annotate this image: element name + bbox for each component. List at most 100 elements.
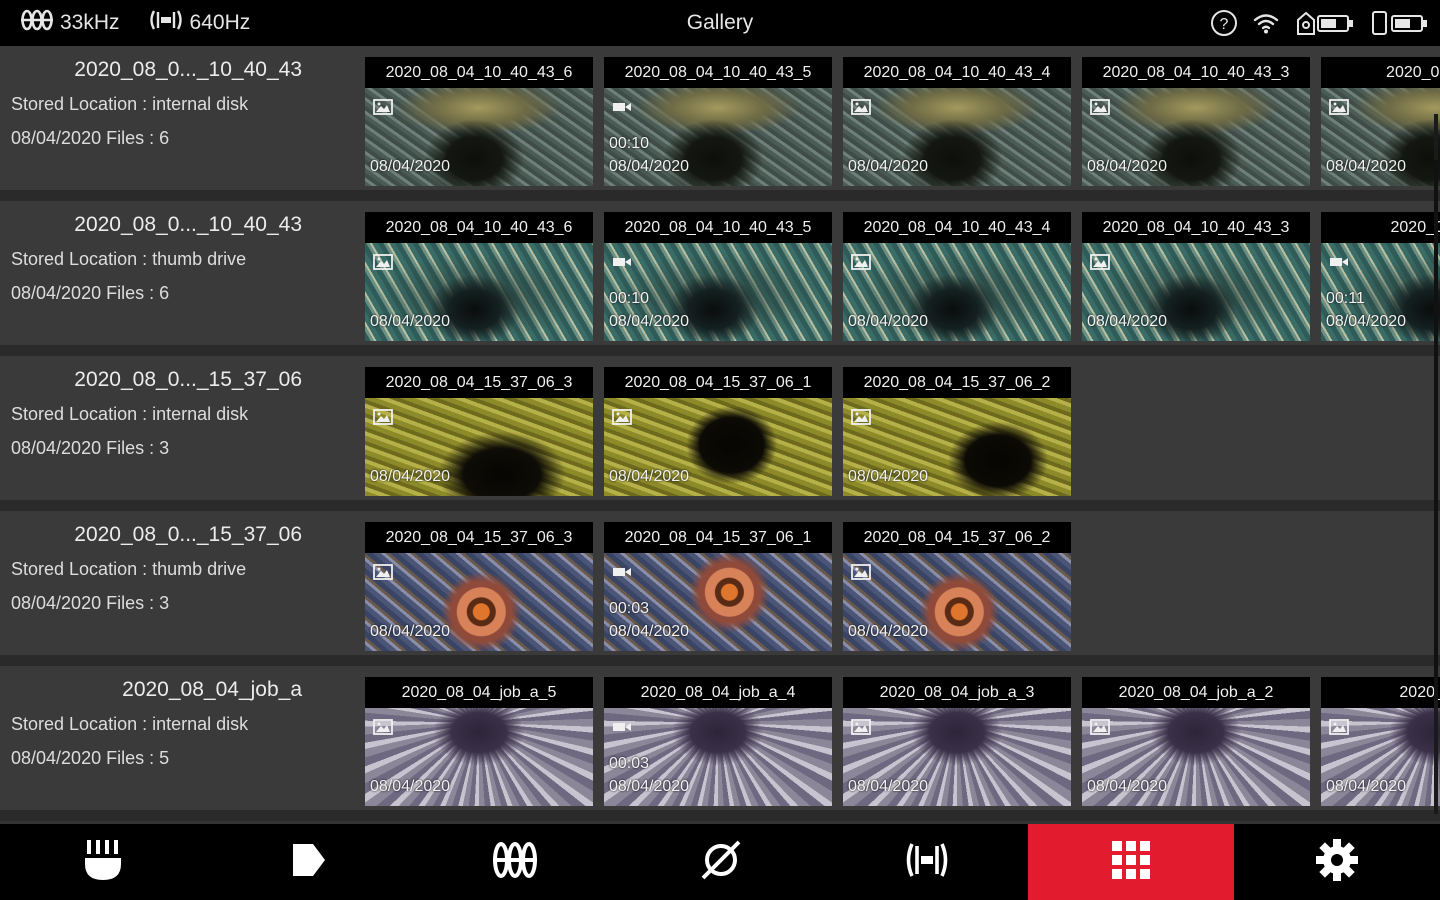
gallery-thumbnail[interactable]: 2020_08_04_15_37_06_2 08/04/2020 [843,367,1071,496]
thumbnail-image[interactable]: 08/04/2020 [843,708,1071,806]
photo-icon [851,99,871,115]
status-right: ? [1210,0,1430,46]
thumbnail-image[interactable]: 08/04/2020 [365,553,593,651]
thumbnail-strip[interactable]: 2020_08_04_10_40_43_6 08/04/2020 2020_08_0… [365,57,1440,187]
group-name: 2020_08_0..._15_37_06 [74,368,302,391]
thumbnail-image[interactable]: 08/04/2020 [365,88,593,186]
thumbnail-image[interactable]: 08/04/2020 [843,243,1071,341]
gallery-thumbnail[interactable]: 2020_08_04_15_37_06_3 08/04/2020 [365,367,593,496]
group-info[interactable]: 2020_08_0..._10_40_43 Stored Location : i… [0,46,360,190]
thumbnail-strip[interactable]: 2020_08_04_job_a_5 08/04/2020 2020_08_04_j… [365,677,1440,807]
gallery-thumbnail[interactable]: 2020_08_04_10_40_43_3 08/04/2020 [1082,57,1310,186]
thumbnail-image[interactable]: 08/04/2020 [604,398,832,496]
group-divider [0,810,1440,821]
gallery-group-row[interactable]: 2020_08_0..._15_37_06 Stored Location : t… [0,511,1440,655]
thumbnail-title: 2020_08_04_10_40_43_6 [365,212,593,243]
thumbnail-date: 08/04/2020 [1326,313,1407,330]
nav-tag-button[interactable] [206,824,412,900]
gallery-thumbnail[interactable]: 2020_08_04_15_37_06_1 00:03 08/04/2020 [604,522,832,651]
thumbnail-image[interactable]: 08/04/2020 [1082,243,1310,341]
tag-icon [289,840,329,885]
photo-icon [1090,719,1110,735]
nav-transmitter-button[interactable] [824,824,1030,900]
photo-icon [612,409,632,425]
gallery-thumbnail[interactable]: 2020_08_04_ 08/04/2020 [1321,57,1440,186]
photo-icon [851,254,871,270]
gallery-group-row[interactable]: 2020_08_0..._10_40_43 Stored Location : i… [0,46,1440,190]
thumbnail-image[interactable]: 00:03 08/04/2020 [604,553,832,651]
thumbnail-image[interactable]: 08/04/2020 [365,708,593,806]
nav-gallery-button[interactable] [1028,824,1234,900]
gallery-thumbnail[interactable]: 2020_08_04_10_40_43_5 00:10 08/04/2020 [604,212,832,341]
group-date-files: 08/04/2020 Files : 6 [11,128,170,148]
grid-icon [1111,840,1151,885]
thumbnail-image[interactable]: 08/04/2020 [843,88,1071,186]
thumbnail-date: 08/04/2020 [370,623,451,640]
frequency-1-label: 33kHz [60,11,120,34]
gallery-thumbnail[interactable]: 2020_08_04_job_a_5 08/04/2020 [365,677,593,806]
gallery-thumbnail[interactable]: 2020_08_04_15_37_06_3 08/04/2020 [365,522,593,651]
transmitter-icon [904,840,950,885]
thumbnail-image[interactable]: 00:11 08/04/2020 [1321,243,1440,341]
group-info[interactable]: 2020_08_04_job_a Stored Location : intern… [0,666,360,810]
thumbnail-image[interactable]: 00:03 08/04/2020 [604,708,832,806]
sonde-coil-icon [20,8,54,38]
video-duration: 00:10 [609,290,650,307]
group-location: Stored Location : internal disk [11,404,249,424]
video-icon [612,719,632,735]
thumbnail-image[interactable]: 08/04/2020 [1321,708,1440,806]
thumbnail-image[interactable]: 00:10 08/04/2020 [604,243,832,341]
gallery-group-row[interactable]: 2020_08_0..._15_37_06 Stored Location : i… [0,356,1440,500]
thumbnail-image[interactable]: 08/04/2020 [365,398,593,496]
gallery-thumbnail[interactable]: 2020_08_04_15_37_06_2 08/04/2020 [843,522,1071,651]
nav-camera-button[interactable] [0,824,206,900]
thumbnail-image[interactable]: 08/04/2020 [1321,88,1440,186]
group-info[interactable]: 2020_08_0..._10_40_43 Stored Location : t… [0,201,360,345]
thumbnail-date: 08/04/2020 [1087,313,1168,330]
thumbnail-image[interactable]: 00:10 08/04/2020 [604,88,832,186]
group-info[interactable]: 2020_08_0..._15_37_06 Stored Location : t… [0,511,360,655]
thumbnail-image[interactable]: 08/04/2020 [1082,708,1310,806]
camera-head-light-icon [83,838,123,887]
thumbnail-image[interactable]: 08/04/2020 [365,243,593,341]
thumbnail-strip[interactable]: 2020_08_04_15_37_06_3 08/04/2020 2020_08_0… [365,522,1440,652]
photo-icon [373,409,393,425]
gallery-thumbnail[interactable]: 2020_08_04_10_40_43_5 00:10 08/04/2020 [604,57,832,186]
scrollbar-thumb[interactable] [1434,160,1438,700]
gallery-thumbnail[interactable]: 2020_08_04_10_40_43_3 08/04/2020 [1082,212,1310,341]
gallery-thumbnail[interactable]: 2020_08_04 00:11 08/04/2020 [1321,212,1440,341]
gallery-thumbnail[interactable]: 2020_08_04_job_a_2 08/04/2020 [1082,677,1310,806]
gallery-thumbnail[interactable]: 2020_08_ 08/04/2020 [1321,677,1440,806]
thumbnail-strip[interactable]: 2020_08_04_15_37_06_3 08/04/2020 2020_08_0… [365,367,1440,497]
group-info[interactable]: 2020_08_0..._15_37_06 Stored Location : i… [0,356,360,500]
gallery-thumbnail[interactable]: 2020_08_04_10_40_43_4 08/04/2020 [843,212,1071,341]
thumbnail-strip[interactable]: 2020_08_04_10_40_43_6 08/04/2020 2020_08_0… [365,212,1440,342]
thumbnail-image[interactable]: 08/04/2020 [843,398,1071,496]
group-date-files: 08/04/2020 Files : 6 [11,283,170,303]
gallery-thumbnail[interactable]: 2020_08_04_10_40_43_4 08/04/2020 [843,57,1071,186]
thumbnail-title: 2020_08_04_10_40_43_6 [365,57,593,88]
gallery-group-row[interactable]: 2020_08_04_job_a Stored Location : intern… [0,666,1440,810]
gallery-group-row[interactable]: 2020_08_0..._10_40_43 Stored Location : t… [0,201,1440,345]
thumbnail-image[interactable]: 08/04/2020 [843,553,1071,651]
gallery-thumbnail[interactable]: 2020_08_04_job_a_4 00:03 08/04/2020 [604,677,832,806]
status-bar: Gallery 33kHz 640Hz ? [0,0,1440,46]
gallery-thumbnail[interactable]: 2020_08_04_10_40_43_6 08/04/2020 [365,57,593,186]
thumbnail-title: 2020_08_04_job_a_4 [604,677,832,708]
thumbnail-title: 2020_08_04_10_40_43_5 [604,212,832,243]
thumbnail-date: 08/04/2020 [848,158,929,175]
thumbnail-date: 08/04/2020 [1087,778,1168,795]
locator-battery-icon [1294,10,1356,36]
gallery-thumbnail[interactable]: 2020_08_04_10_40_43_6 08/04/2020 [365,212,593,341]
thumbnail-image[interactable]: 08/04/2020 [1082,88,1310,186]
nav-settings-button[interactable] [1234,824,1440,900]
photo-icon [373,564,393,580]
gallery-thumbnail[interactable]: 2020_08_04_job_a_3 08/04/2020 [843,677,1071,806]
gallery-thumbnail[interactable]: 2020_08_04_15_37_06_1 08/04/2020 [604,367,832,496]
photo-icon [1329,99,1349,115]
nav-diameter-button[interactable] [618,824,824,900]
nav-sonde-button[interactable] [412,824,618,900]
help-icon[interactable]: ? [1210,9,1238,37]
tablet-battery-icon [1370,10,1430,36]
gallery-list[interactable]: 2020_08_0..._10_40_43 Stored Location : i… [0,46,1440,824]
